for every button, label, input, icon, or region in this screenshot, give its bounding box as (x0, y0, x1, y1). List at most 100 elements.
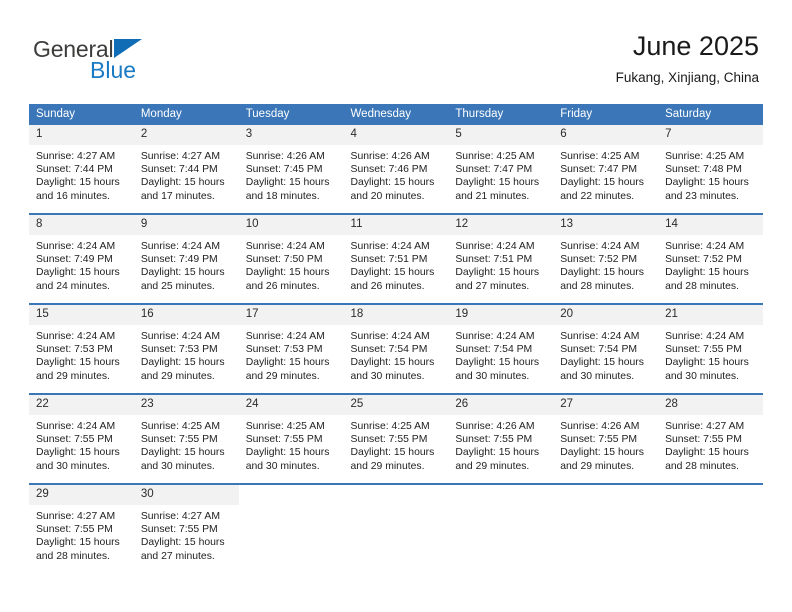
day-number: 21 (658, 305, 763, 325)
sunrise-text: Sunrise: 4:24 AM (560, 331, 640, 342)
day-cell-content: 22 Sunrise: 4:24 AM Sunset: 7:55 PM Dayligh… (29, 395, 134, 483)
day-sun-info: Sunrise: 4:26 AM Sunset: 7:46 PM Daylight:… (344, 145, 449, 203)
day-number: 23 (133, 395, 239, 415)
weekday-header-thursday: Thursday (448, 104, 554, 125)
day-sun-info: Sunrise: 4:26 AM Sunset: 7:55 PM Daylight:… (448, 415, 553, 473)
calendar-day-cell[interactable]: 21 Sunrise: 4:24 AM Sunset: 7:55 PM Dayligh… (658, 304, 763, 394)
sunrise-text: Sunrise: 4:27 AM (140, 511, 220, 522)
calendar-day-cell[interactable]: 30 Sunrise: 4:27 AM Sunset: 7:55 PM Dayligh… (133, 484, 239, 573)
calendar-day-cell[interactable]: 29 Sunrise: 4:27 AM Sunset: 7:55 PM Dayligh… (29, 484, 134, 573)
calendar-day-cell[interactable]: 12 Sunrise: 4:24 AM Sunset: 7:51 PM Dayligh… (448, 214, 554, 304)
daylight-text-line1: Daylight: 15 hours (36, 447, 120, 459)
day-number: 9 (133, 215, 239, 235)
calendar-day-cell[interactable]: 7 Sunrise: 4:25 AM Sunset: 7:48 PM Daylight… (658, 125, 763, 214)
day-number: 22 (29, 395, 134, 415)
daylight-text-line2: and 30 minutes. (245, 460, 320, 472)
day-cell-content: 24 Sunrise: 4:25 AM Sunset: 7:55 PM Dayligh… (238, 395, 344, 483)
day-number: 7 (658, 125, 763, 145)
daylight-text-line2: and 30 minutes. (560, 370, 635, 382)
calendar-day-cell[interactable]: 23 Sunrise: 4:25 AM Sunset: 7:55 PM Dayligh… (133, 394, 239, 484)
calendar-day-cell (448, 484, 554, 573)
calendar-day-cell[interactable]: 28 Sunrise: 4:27 AM Sunset: 7:55 PM Dayligh… (658, 394, 763, 484)
daylight-text-line2: and 29 minutes. (560, 460, 635, 472)
sunset-text: Sunset: 7:53 PM (36, 344, 113, 356)
day-sun-info (344, 505, 449, 510)
day-number: 29 (29, 485, 134, 505)
sunrise-text: Sunrise: 4:24 AM (665, 331, 745, 342)
calendar-day-cell[interactable]: 14 Sunrise: 4:24 AM Sunset: 7:52 PM Dayligh… (658, 214, 763, 304)
calendar-day-cell[interactable]: 11 Sunrise: 4:24 AM Sunset: 7:51 PM Dayligh… (343, 214, 449, 304)
sunset-text: Sunset: 7:52 PM (560, 254, 638, 266)
calendar-day-cell[interactable]: 5 Sunrise: 4:25 AM Sunset: 7:47 PM Daylight… (448, 125, 554, 214)
calendar-day-cell[interactable]: 15 Sunrise: 4:24 AM Sunset: 7:53 PM Dayligh… (29, 304, 134, 394)
day-sun-info: Sunrise: 4:24 AM Sunset: 7:54 PM Daylight:… (553, 325, 658, 383)
calendar-day-cell[interactable]: 20 Sunrise: 4:24 AM Sunset: 7:54 PM Dayligh… (553, 304, 659, 394)
sunrise-text: Sunrise: 4:26 AM (245, 151, 325, 162)
day-cell-content: 7 Sunrise: 4:25 AM Sunset: 7:48 PM Daylight… (658, 125, 763, 213)
day-cell-content: 19 Sunrise: 4:24 AM Sunset: 7:54 PM Dayligh… (448, 305, 554, 393)
daylight-text-line2: and 29 minutes. (140, 370, 215, 382)
day-number (343, 485, 449, 505)
calendar-day-cell[interactable]: 3 Sunrise: 4:26 AM Sunset: 7:45 PM Daylight… (238, 125, 344, 214)
day-number: 8 (29, 215, 134, 235)
sunrise-text: Sunrise: 4:24 AM (455, 331, 535, 342)
sunset-text: Sunset: 7:55 PM (560, 434, 638, 446)
day-number: 27 (553, 395, 659, 415)
weekday-header-friday: Friday (553, 104, 659, 125)
day-number: 10 (238, 215, 344, 235)
general-blue-logo[interactable]: General Blue (33, 36, 253, 86)
calendar-day-cell (343, 484, 449, 573)
calendar-day-cell[interactable]: 19 Sunrise: 4:24 AM Sunset: 7:54 PM Dayligh… (448, 304, 554, 394)
day-number: 6 (553, 125, 659, 145)
calendar-day-cell[interactable]: 8 Sunrise: 4:24 AM Sunset: 7:49 PM Daylight… (29, 214, 134, 304)
calendar-day-cell[interactable]: 16 Sunrise: 4:24 AM Sunset: 7:53 PM Dayligh… (133, 304, 239, 394)
calendar-day-cell[interactable]: 24 Sunrise: 4:25 AM Sunset: 7:55 PM Dayligh… (238, 394, 344, 484)
calendar-day-cell[interactable]: 27 Sunrise: 4:26 AM Sunset: 7:55 PM Dayligh… (553, 394, 659, 484)
day-cell-content: 27 Sunrise: 4:26 AM Sunset: 7:55 PM Dayligh… (553, 395, 659, 483)
day-cell-content: 12 Sunrise: 4:24 AM Sunset: 7:51 PM Dayligh… (448, 215, 554, 303)
sunset-text: Sunset: 7:44 PM (140, 164, 218, 176)
day-sun-info: Sunrise: 4:27 AM Sunset: 7:55 PM Daylight:… (29, 505, 134, 563)
day-sun-info: Sunrise: 4:27 AM Sunset: 7:44 PM Daylight:… (134, 145, 239, 203)
day-cell-content (658, 485, 763, 573)
day-cell-content: 15 Sunrise: 4:24 AM Sunset: 7:53 PM Dayligh… (29, 305, 134, 393)
calendar-day-cell[interactable]: 1 Sunrise: 4:27 AM Sunset: 7:44 PM Daylight… (29, 125, 134, 214)
day-cell-content: 23 Sunrise: 4:25 AM Sunset: 7:55 PM Dayligh… (133, 395, 239, 483)
daylight-text-line1: Daylight: 15 hours (140, 537, 225, 549)
sunrise-text: Sunrise: 4:24 AM (36, 421, 116, 432)
sunrise-text: Sunrise: 4:25 AM (560, 151, 640, 162)
calendar-body: 1 Sunrise: 4:27 AM Sunset: 7:44 PM Daylight… (29, 125, 763, 573)
day-sun-info: Sunrise: 4:24 AM Sunset: 7:51 PM Daylight:… (344, 235, 449, 293)
day-number: 13 (553, 215, 659, 235)
sunset-text: Sunset: 7:47 PM (560, 164, 638, 176)
sunrise-text: Sunrise: 4:26 AM (350, 151, 430, 162)
day-cell-content: 16 Sunrise: 4:24 AM Sunset: 7:53 PM Dayligh… (133, 305, 239, 393)
calendar-day-cell[interactable]: 25 Sunrise: 4:25 AM Sunset: 7:55 PM Dayligh… (343, 394, 449, 484)
calendar-day-cell[interactable]: 17 Sunrise: 4:24 AM Sunset: 7:53 PM Dayligh… (238, 304, 344, 394)
calendar-day-cell[interactable]: 4 Sunrise: 4:26 AM Sunset: 7:46 PM Daylight… (343, 125, 449, 214)
day-cell-content (448, 485, 554, 573)
calendar-day-cell[interactable]: 6 Sunrise: 4:25 AM Sunset: 7:47 PM Daylight… (553, 125, 659, 214)
daylight-text-line1: Daylight: 15 hours (455, 177, 540, 189)
blue-triangle-icon (114, 39, 143, 58)
weekday-header-tuesday: Tuesday (238, 104, 344, 125)
day-sun-info: Sunrise: 4:24 AM Sunset: 7:53 PM Daylight:… (29, 325, 134, 383)
daylight-text-line1: Daylight: 15 hours (665, 357, 749, 369)
calendar-day-cell[interactable]: 13 Sunrise: 4:24 AM Sunset: 7:52 PM Dayligh… (553, 214, 659, 304)
calendar-day-cell[interactable]: 26 Sunrise: 4:26 AM Sunset: 7:55 PM Dayligh… (448, 394, 554, 484)
day-number: 11 (343, 215, 449, 235)
calendar-day-cell[interactable]: 22 Sunrise: 4:24 AM Sunset: 7:55 PM Dayligh… (29, 394, 134, 484)
calendar-day-cell[interactable]: 18 Sunrise: 4:24 AM Sunset: 7:54 PM Dayligh… (343, 304, 449, 394)
daylight-text-line1: Daylight: 15 hours (665, 177, 749, 189)
day-sun-info: Sunrise: 4:25 AM Sunset: 7:55 PM Daylight:… (239, 415, 344, 473)
daylight-text-line1: Daylight: 15 hours (140, 267, 225, 279)
weekday-header-sunday: Sunday (29, 104, 134, 125)
calendar-day-cell[interactable]: 9 Sunrise: 4:24 AM Sunset: 7:49 PM Daylight… (133, 214, 239, 304)
sunset-text: Sunset: 7:49 PM (36, 254, 113, 266)
calendar-day-cell[interactable]: 2 Sunrise: 4:27 AM Sunset: 7:44 PM Daylight… (133, 125, 239, 214)
daylight-text-line2: and 27 minutes. (455, 280, 530, 292)
calendar-day-cell[interactable]: 10 Sunrise: 4:24 AM Sunset: 7:50 PM Dayligh… (238, 214, 344, 304)
sunset-text: Sunset: 7:51 PM (350, 254, 428, 266)
day-sun-info: Sunrise: 4:26 AM Sunset: 7:45 PM Daylight:… (239, 145, 344, 203)
weekday-header-wednesday: Wednesday (343, 104, 449, 125)
